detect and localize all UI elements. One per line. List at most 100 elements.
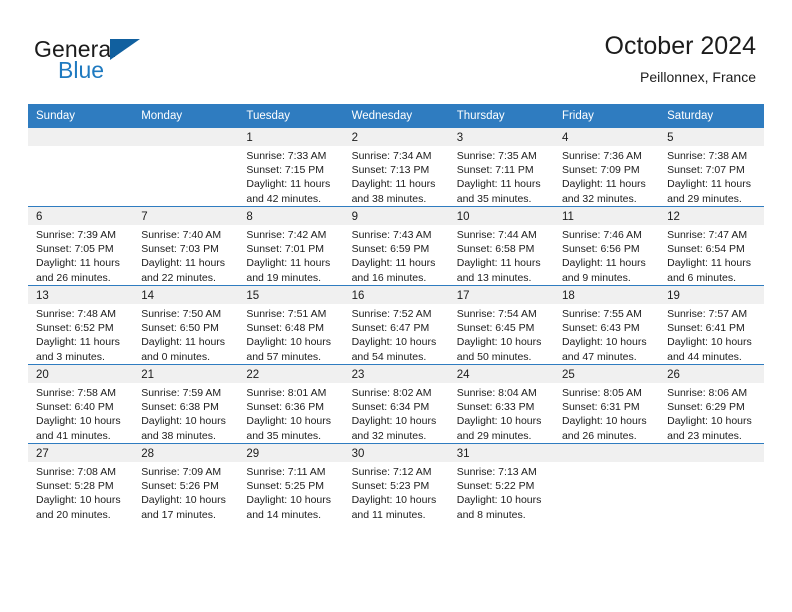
calendar-day-cell[interactable]: 6 Sunrise: 7:39 AM Sunset: 7:05 PM Daylight… xyxy=(28,206,134,286)
sunset-text: Sunset: 7:03 PM xyxy=(141,243,219,256)
calendar-week-row: 13 Sunrise: 7:48 AM Sunset: 6:52 PM Dayligh… xyxy=(28,285,765,365)
calendar-day-cell[interactable]: 10 Sunrise: 7:44 AM Sunset: 6:58 PM Dayligh… xyxy=(448,206,554,286)
sunset-text: Sunset: 6:43 PM xyxy=(561,322,640,335)
sunset-text: Sunset: 6:31 PM xyxy=(561,401,640,414)
sunrise-text: Sunrise: 7:38 AM xyxy=(667,150,748,162)
calendar-day-cell[interactable]: 3 Sunrise: 7:35 AM Sunset: 7:11 PM Daylight… xyxy=(448,128,554,207)
sunrise-text: Sunrise: 7:09 AM xyxy=(141,466,222,478)
daylight-text-line1: Daylight: 11 hours xyxy=(36,336,120,349)
brand-logo[interactable]: General Blue xyxy=(34,36,244,86)
day-details: Sunrise: 8:06 AM Sunset: 6:29 PM Daylight:… xyxy=(659,383,764,443)
daylight-text-line2: and 22 minutes. xyxy=(141,271,216,284)
calendar-day-cell[interactable]: 8 Sunrise: 7:42 AM Sunset: 7:01 PM Daylight… xyxy=(238,206,344,286)
sunrise-text: Sunrise: 7:48 AM xyxy=(36,308,116,320)
daylight-text-line1: Daylight: 10 hours xyxy=(667,415,752,428)
calendar-day-cell[interactable]: 28 Sunrise: 7:09 AM Sunset: 5:26 PM Dayligh… xyxy=(133,443,239,522)
calendar-day-cell[interactable]: 25 Sunrise: 8:05 AM Sunset: 6:31 PM Dayligh… xyxy=(553,364,660,444)
day-number: 2 xyxy=(351,132,358,144)
sunset-text: Sunset: 5:26 PM xyxy=(141,480,219,493)
sunrise-text: Sunrise: 7:58 AM xyxy=(36,387,116,399)
calendar-day-cell[interactable]: 11 Sunrise: 7:46 AM Sunset: 6:56 PM Dayligh… xyxy=(553,206,660,286)
day-number: 29 xyxy=(246,448,260,460)
day-number: 26 xyxy=(667,369,680,381)
daylight-text-line2: and 9 minutes. xyxy=(561,271,631,284)
sunset-text: Sunset: 7:05 PM xyxy=(36,243,114,256)
daylight-text-line1: Daylight: 10 hours xyxy=(456,415,542,428)
day-details: Sunrise: 7:40 AM Sunset: 7:03 PM Daylight:… xyxy=(133,225,238,285)
sunrise-text: Sunrise: 7:13 AM xyxy=(456,466,537,478)
day-number: 23 xyxy=(351,369,365,381)
day-number: 13 xyxy=(36,290,49,302)
day-details: Sunrise: 7:51 AM Sunset: 6:48 PM Daylight:… xyxy=(238,304,343,364)
day-number: 27 xyxy=(36,448,49,460)
day-number: 3 xyxy=(456,132,464,144)
daylight-text-line2: and 16 minutes. xyxy=(351,271,427,284)
sunrise-text: Sunrise: 8:05 AM xyxy=(561,387,642,399)
day-details: Sunrise: 7:43 AM Sunset: 6:59 PM Daylight:… xyxy=(344,225,449,285)
sunset-text: Sunset: 6:33 PM xyxy=(456,401,535,414)
day-details: Sunrise: 8:02 AM Sunset: 6:34 PM Daylight:… xyxy=(344,383,449,443)
weekday-header-thursday: Thursday xyxy=(448,104,554,128)
day-number-band: 24 xyxy=(448,365,554,383)
day-number-band: 10 xyxy=(448,207,554,225)
calendar-day-cell[interactable]: 7 Sunrise: 7:40 AM Sunset: 7:03 PM Daylight… xyxy=(133,206,239,286)
day-number: 22 xyxy=(246,369,260,381)
calendar-day-cell[interactable]: 29 Sunrise: 7:11 AM Sunset: 5:25 PM Dayligh… xyxy=(238,443,344,522)
daylight-text-line2: and 0 minutes. xyxy=(141,350,211,363)
day-details: Sunrise: 7:55 AM Sunset: 6:43 PM Daylight:… xyxy=(554,304,659,364)
calendar-day-cell[interactable]: 22 Sunrise: 8:01 AM Sunset: 6:36 PM Dayligh… xyxy=(238,364,344,444)
calendar-day-cell[interactable]: 27 Sunrise: 7:08 AM Sunset: 5:28 PM Dayligh… xyxy=(28,443,134,522)
day-details: Sunrise: 8:04 AM Sunset: 6:33 PM Daylight:… xyxy=(449,383,554,443)
sunset-text: Sunset: 7:13 PM xyxy=(351,164,430,177)
day-details: Sunrise: 7:46 AM Sunset: 6:56 PM Daylight:… xyxy=(554,225,659,285)
day-details: Sunrise: 7:35 AM Sunset: 7:11 PM Daylight:… xyxy=(449,146,554,206)
daylight-text-line1: Daylight: 10 hours xyxy=(351,415,437,428)
calendar-day-cell[interactable]: 30 Sunrise: 7:12 AM Sunset: 5:23 PM Dayligh… xyxy=(343,443,449,522)
calendar-day-cell-empty xyxy=(553,443,660,522)
calendar-day-cell[interactable]: 23 Sunrise: 8:02 AM Sunset: 6:34 PM Dayligh… xyxy=(343,364,449,444)
calendar-grid: Sunday Monday Tuesday Wednesday Thursday Frid… xyxy=(28,104,765,522)
sunset-text: Sunset: 7:11 PM xyxy=(456,164,534,177)
sunrise-text: Sunrise: 7:55 AM xyxy=(561,308,642,320)
daylight-text-line2: and 41 minutes. xyxy=(36,429,111,442)
daylight-text-line2: and 29 minutes. xyxy=(667,192,742,205)
calendar-day-cell[interactable]: 2 Sunrise: 7:34 AM Sunset: 7:13 PM Daylight… xyxy=(343,128,449,207)
day-details: Sunrise: 7:12 AM Sunset: 5:23 PM Daylight:… xyxy=(344,462,449,522)
daylight-text-line1: Daylight: 10 hours xyxy=(351,494,437,507)
calendar-day-cell[interactable]: 1 Sunrise: 7:33 AM Sunset: 7:15 PM Daylight… xyxy=(238,128,344,207)
calendar-day-cell[interactable]: 14 Sunrise: 7:50 AM Sunset: 6:50 PM Dayligh… xyxy=(133,285,239,365)
daylight-text-line2: and 8 minutes. xyxy=(456,508,526,521)
calendar-day-cell[interactable]: 5 Sunrise: 7:38 AM Sunset: 7:07 PM Daylight… xyxy=(659,128,765,207)
day-details: Sunrise: 7:44 AM Sunset: 6:58 PM Daylight:… xyxy=(449,225,554,285)
daylight-text-line1: Daylight: 10 hours xyxy=(561,415,647,428)
calendar-day-cell[interactable]: 19 Sunrise: 7:57 AM Sunset: 6:41 PM Dayligh… xyxy=(659,285,765,365)
calendar-day-cell[interactable]: 18 Sunrise: 7:55 AM Sunset: 6:43 PM Dayligh… xyxy=(553,285,660,365)
calendar-day-cell[interactable]: 9 Sunrise: 7:43 AM Sunset: 6:59 PM Daylight… xyxy=(343,206,449,286)
calendar-day-cell[interactable]: 26 Sunrise: 8:06 AM Sunset: 6:29 PM Dayligh… xyxy=(659,364,765,444)
calendar-day-cell[interactable]: 13 Sunrise: 7:48 AM Sunset: 6:52 PM Dayligh… xyxy=(28,285,134,365)
sunrise-text: Sunrise: 7:08 AM xyxy=(36,466,116,478)
calendar-day-cell[interactable]: 20 Sunrise: 7:58 AM Sunset: 6:40 PM Dayligh… xyxy=(28,364,134,444)
day-number-band: 29 xyxy=(238,444,344,462)
daylight-text-line1: Daylight: 10 hours xyxy=(246,336,332,349)
day-number-band: 7 xyxy=(133,207,239,225)
day-number: 5 xyxy=(667,132,674,144)
day-details: Sunrise: 7:13 AM Sunset: 5:22 PM Daylight:… xyxy=(449,462,554,522)
day-details: Sunrise: 7:52 AM Sunset: 6:47 PM Daylight:… xyxy=(344,304,449,364)
calendar-day-cell[interactable]: 16 Sunrise: 7:52 AM Sunset: 6:47 PM Dayligh… xyxy=(343,285,449,365)
calendar-day-cell[interactable]: 24 Sunrise: 8:04 AM Sunset: 6:33 PM Dayligh… xyxy=(448,364,554,444)
sunset-text: Sunset: 7:15 PM xyxy=(246,164,325,177)
calendar-day-cell-empty xyxy=(28,128,134,207)
sunset-text: Sunset: 6:45 PM xyxy=(456,322,535,335)
calendar-day-cell[interactable]: 12 Sunrise: 7:47 AM Sunset: 6:54 PM Dayligh… xyxy=(659,206,765,286)
daylight-text-line1: Daylight: 11 hours xyxy=(351,178,436,191)
sunrise-text: Sunrise: 7:46 AM xyxy=(561,229,642,241)
sunrise-text: Sunrise: 7:54 AM xyxy=(456,308,537,320)
sunset-text: Sunset: 5:23 PM xyxy=(351,480,430,493)
sunrise-text: Sunrise: 7:51 AM xyxy=(246,308,327,320)
calendar-day-cell[interactable]: 17 Sunrise: 7:54 AM Sunset: 6:45 PM Dayligh… xyxy=(448,285,554,365)
calendar-day-cell[interactable]: 21 Sunrise: 7:59 AM Sunset: 6:38 PM Dayligh… xyxy=(133,364,239,444)
calendar-day-cell[interactable]: 4 Sunrise: 7:36 AM Sunset: 7:09 PM Daylight… xyxy=(553,128,660,207)
calendar-day-cell[interactable]: 31 Sunrise: 7:13 AM Sunset: 5:22 PM Dayligh… xyxy=(448,443,554,522)
calendar-day-cell[interactable]: 15 Sunrise: 7:51 AM Sunset: 6:48 PM Dayligh… xyxy=(238,285,344,365)
